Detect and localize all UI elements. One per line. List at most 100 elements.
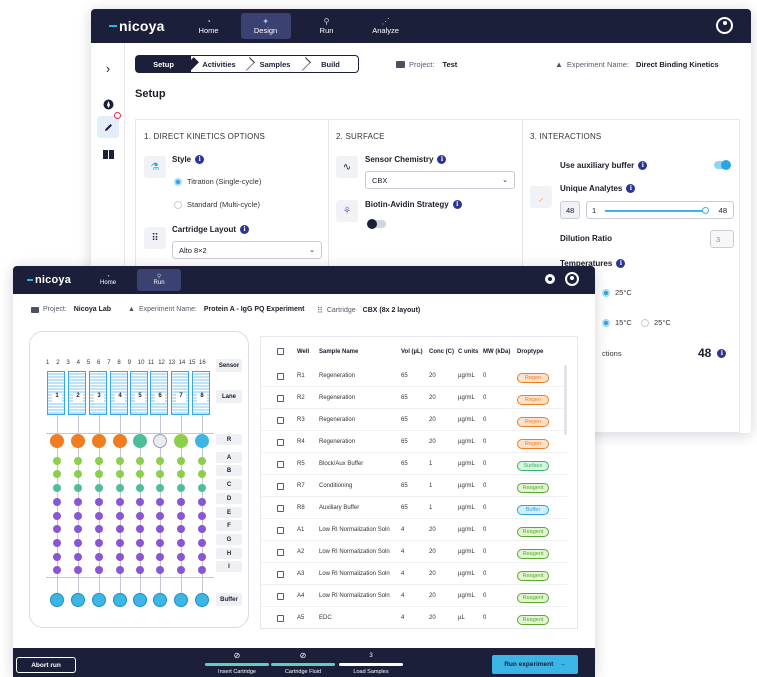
- row-checkbox[interactable]: [277, 571, 284, 578]
- sample-well[interactable]: [116, 470, 124, 478]
- sample-well[interactable]: [116, 553, 124, 561]
- sample-well[interactable]: [136, 525, 144, 533]
- user-avatar-icon[interactable]: [565, 272, 579, 286]
- sample-well[interactable]: [136, 566, 144, 574]
- info-icon[interactable]: i: [638, 161, 648, 170]
- sample-well[interactable]: [74, 512, 82, 520]
- sample-well[interactable]: [95, 484, 103, 492]
- sample-well[interactable]: [177, 498, 185, 506]
- sample-well[interactable]: [53, 512, 61, 520]
- sample-well[interactable]: [53, 470, 61, 478]
- buffer-well[interactable]: [50, 593, 64, 607]
- info-icon[interactable]: i: [437, 155, 447, 164]
- sample-well[interactable]: [53, 525, 61, 533]
- sample-well[interactable]: [136, 539, 144, 547]
- table-row[interactable]: A4 Low RI Normalization Soln 4 20 µg/mL 0 Reag…: [261, 585, 567, 607]
- sample-well[interactable]: [198, 498, 206, 506]
- expand-chevron-icon[interactable]: ›: [97, 57, 119, 79]
- abort-run-button[interactable]: Abort run: [16, 657, 76, 673]
- sample-well[interactable]: [136, 484, 144, 492]
- sample-well[interactable]: [95, 525, 103, 533]
- info-icon[interactable]: i: [195, 155, 205, 164]
- temp-15-option[interactable]: 15°C: [602, 318, 632, 327]
- buffer-well[interactable]: [71, 593, 85, 607]
- step-activities[interactable]: Activities: [191, 55, 255, 73]
- sample-well[interactable]: [177, 512, 185, 520]
- table-row[interactable]: R5 Block/Aux Buffer 65 1 µg/mL 0 Surface: [261, 453, 567, 475]
- reagent-well[interactable]: [92, 434, 106, 448]
- sample-well[interactable]: [53, 484, 61, 492]
- reagent-well[interactable]: [153, 434, 167, 448]
- reagent-well[interactable]: [133, 434, 147, 448]
- user-avatar-icon[interactable]: [716, 17, 733, 34]
- info-icon[interactable]: i: [240, 225, 250, 234]
- sample-well[interactable]: [156, 553, 164, 561]
- reagent-well[interactable]: [113, 434, 127, 448]
- buffer-well[interactable]: [92, 593, 106, 607]
- sample-well[interactable]: [53, 498, 61, 506]
- row-checkbox[interactable]: [277, 417, 284, 424]
- reagent-well[interactable]: [71, 434, 85, 448]
- sample-well[interactable]: [53, 539, 61, 547]
- sample-well[interactable]: [136, 457, 144, 465]
- sample-well[interactable]: [116, 525, 124, 533]
- sample-well[interactable]: [74, 498, 82, 506]
- row-checkbox[interactable]: [277, 439, 284, 446]
- pencil-icon[interactable]: [97, 116, 119, 138]
- nicoya-logo[interactable]: nicoya: [27, 274, 71, 286]
- nav-run[interactable]: ⚲ Run: [137, 269, 182, 291]
- sample-well[interactable]: [116, 484, 124, 492]
- sample-well[interactable]: [74, 457, 82, 465]
- sample-well[interactable]: [95, 512, 103, 520]
- table-row[interactable]: A5 EDC 4 20 µL 0 Reagent: [261, 607, 567, 628]
- row-checkbox[interactable]: [277, 461, 284, 468]
- info-icon[interactable]: i: [717, 348, 727, 358]
- buffer-well[interactable]: [113, 593, 127, 607]
- cartridge-layout-select[interactable]: Alto 8×2 ⌄: [172, 241, 322, 259]
- reagent-well[interactable]: [174, 434, 188, 448]
- sample-well[interactable]: [156, 566, 164, 574]
- analytes-range-slider[interactable]: 1 48: [586, 201, 734, 219]
- sample-well[interactable]: [74, 525, 82, 533]
- sample-well[interactable]: [95, 553, 103, 561]
- sample-well[interactable]: [177, 525, 185, 533]
- table-row[interactable]: A3 Low RI Normalization Soln 4 20 µg/mL 0 Reag…: [261, 563, 567, 585]
- row-checkbox[interactable]: [277, 395, 284, 402]
- dilution-ratio-field[interactable]: 3: [710, 230, 734, 248]
- sample-well[interactable]: [177, 484, 185, 492]
- reagent-well[interactable]: [50, 434, 64, 448]
- sample-well[interactable]: [53, 553, 61, 561]
- row-checkbox[interactable]: [277, 527, 284, 534]
- sample-well[interactable]: [95, 498, 103, 506]
- sample-well[interactable]: [116, 512, 124, 520]
- sample-well[interactable]: [74, 553, 82, 561]
- sample-well[interactable]: [53, 457, 61, 465]
- sample-well[interactable]: [198, 553, 206, 561]
- sample-well[interactable]: [116, 457, 124, 465]
- temp-25-option[interactable]: 25°C: [602, 288, 632, 297]
- sample-well[interactable]: [198, 470, 206, 478]
- sample-well[interactable]: [177, 553, 185, 561]
- sample-well[interactable]: [177, 539, 185, 547]
- step-build[interactable]: Build: [303, 55, 359, 73]
- sample-well[interactable]: [116, 498, 124, 506]
- nicoya-logo[interactable]: nicoya: [109, 18, 165, 34]
- row-checkbox[interactable]: [277, 505, 284, 512]
- nav-home[interactable]: ◔ Home: [89, 269, 127, 291]
- sample-well[interactable]: [74, 470, 82, 478]
- row-checkbox[interactable]: [277, 615, 284, 622]
- nav-analyze[interactable]: ⋰ Analyze: [361, 13, 411, 39]
- sample-well[interactable]: [95, 470, 103, 478]
- sample-well[interactable]: [116, 566, 124, 574]
- sample-well[interactable]: [74, 484, 82, 492]
- sample-well[interactable]: [74, 566, 82, 574]
- sample-well[interactable]: [136, 512, 144, 520]
- sample-well[interactable]: [177, 470, 185, 478]
- slider-handle[interactable]: [702, 207, 709, 214]
- table-row[interactable]: R3 Regeneration 65 20 µg/mL 0 Regen: [261, 409, 567, 431]
- book-icon[interactable]: [97, 143, 119, 165]
- sample-well[interactable]: [198, 539, 206, 547]
- sample-well[interactable]: [177, 457, 185, 465]
- buffer-well[interactable]: [174, 593, 188, 607]
- sample-well[interactable]: [156, 470, 164, 478]
